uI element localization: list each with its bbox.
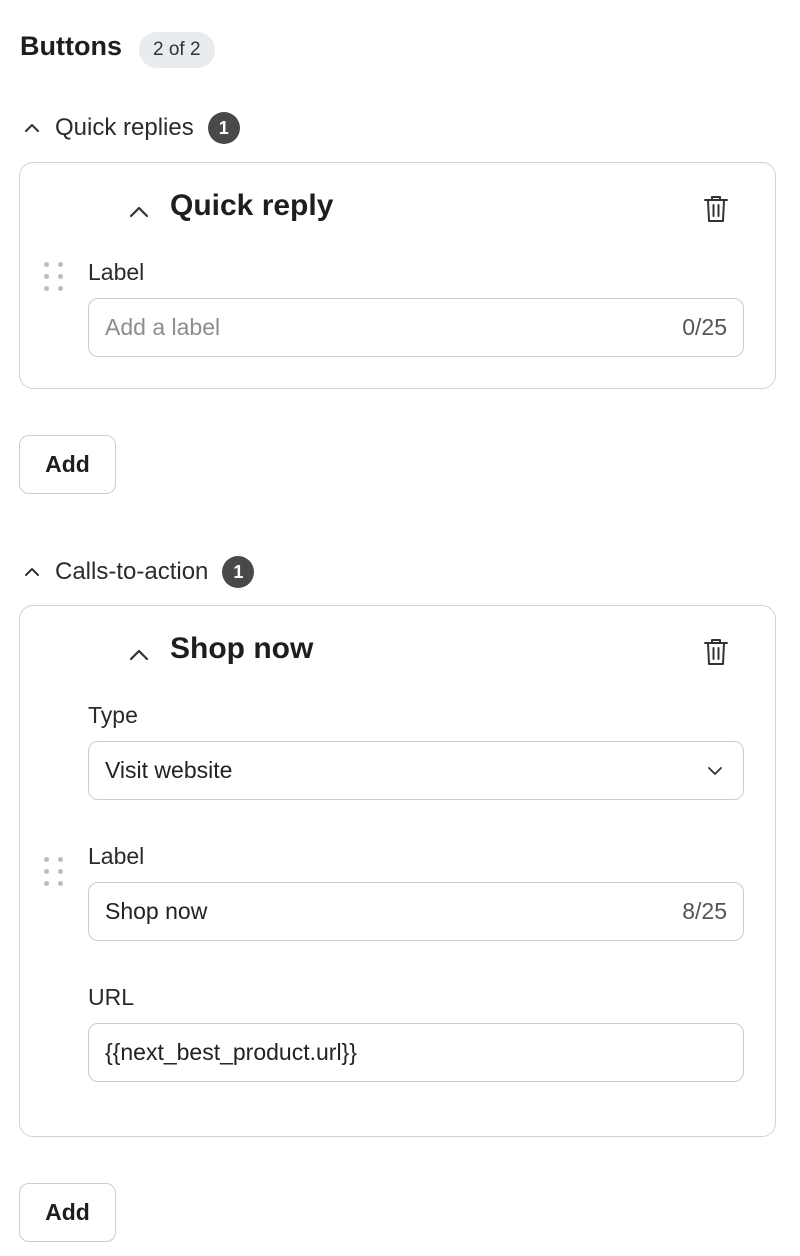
- chevron-up-icon: [125, 641, 153, 674]
- cta-card: Shop now Type Visit website Label Shop n…: [19, 605, 776, 1137]
- quick-replies-label: Quick replies: [55, 114, 194, 141]
- add-quick-reply-button[interactable]: Add: [19, 435, 116, 494]
- card-title: Shop now: [170, 632, 314, 665]
- chevron-up-icon[interactable]: [20, 560, 44, 584]
- quick-replies-section-toggle[interactable]: Quick replies 1: [20, 112, 240, 144]
- type-select[interactable]: Visit website: [88, 741, 744, 800]
- drag-handle-icon[interactable]: [44, 857, 66, 891]
- ctas-count: 1: [222, 556, 255, 588]
- url-input[interactable]: {{next_best_product.url}}: [88, 1023, 744, 1082]
- quick-reply-card: Quick reply Label Add a label 0/25: [19, 162, 776, 389]
- chevron-up-icon[interactable]: [20, 116, 44, 140]
- collapse-card-button[interactable]: [119, 637, 159, 677]
- label-input[interactable]: Shop now 8/25: [88, 882, 744, 941]
- character-counter: 0/25: [682, 314, 727, 340]
- type-field-label: Type: [88, 702, 138, 728]
- chevron-up-icon: [125, 198, 153, 231]
- character-counter: 8/25: [682, 898, 727, 924]
- label-field-label: Label: [88, 843, 145, 869]
- card-header: Shop now: [20, 606, 775, 696]
- label-field-label: Label: [88, 259, 145, 285]
- page-title: Buttons: [20, 30, 122, 61]
- ctas-section-toggle[interactable]: Calls-to-action 1: [20, 556, 255, 588]
- label-input[interactable]: Add a label 0/25: [88, 298, 744, 357]
- ctas-label: Calls-to-action: [55, 558, 209, 585]
- drag-handle-icon[interactable]: [44, 262, 66, 296]
- url-input-value: {{next_best_product.url}}: [105, 1039, 357, 1065]
- type-select-value: Visit website: [105, 757, 233, 783]
- buttons-count-badge: 2 of 2: [138, 32, 215, 68]
- trash-icon: [701, 193, 731, 230]
- card-title: Quick reply: [170, 189, 334, 222]
- quick-replies-count: 1: [207, 112, 240, 144]
- buttons-header: Buttons 2 of 2: [20, 24, 215, 68]
- collapse-card-button[interactable]: [119, 194, 159, 234]
- card-header: Quick reply: [20, 163, 775, 253]
- url-field-label: URL: [88, 984, 135, 1010]
- label-input-placeholder: Add a label: [105, 314, 221, 340]
- label-input-value: Shop now: [105, 898, 208, 924]
- delete-button[interactable]: [696, 634, 736, 674]
- chevron-down-icon: [703, 759, 727, 783]
- trash-icon: [701, 636, 731, 673]
- delete-button[interactable]: [696, 191, 736, 231]
- add-cta-button[interactable]: Add: [19, 1183, 116, 1242]
